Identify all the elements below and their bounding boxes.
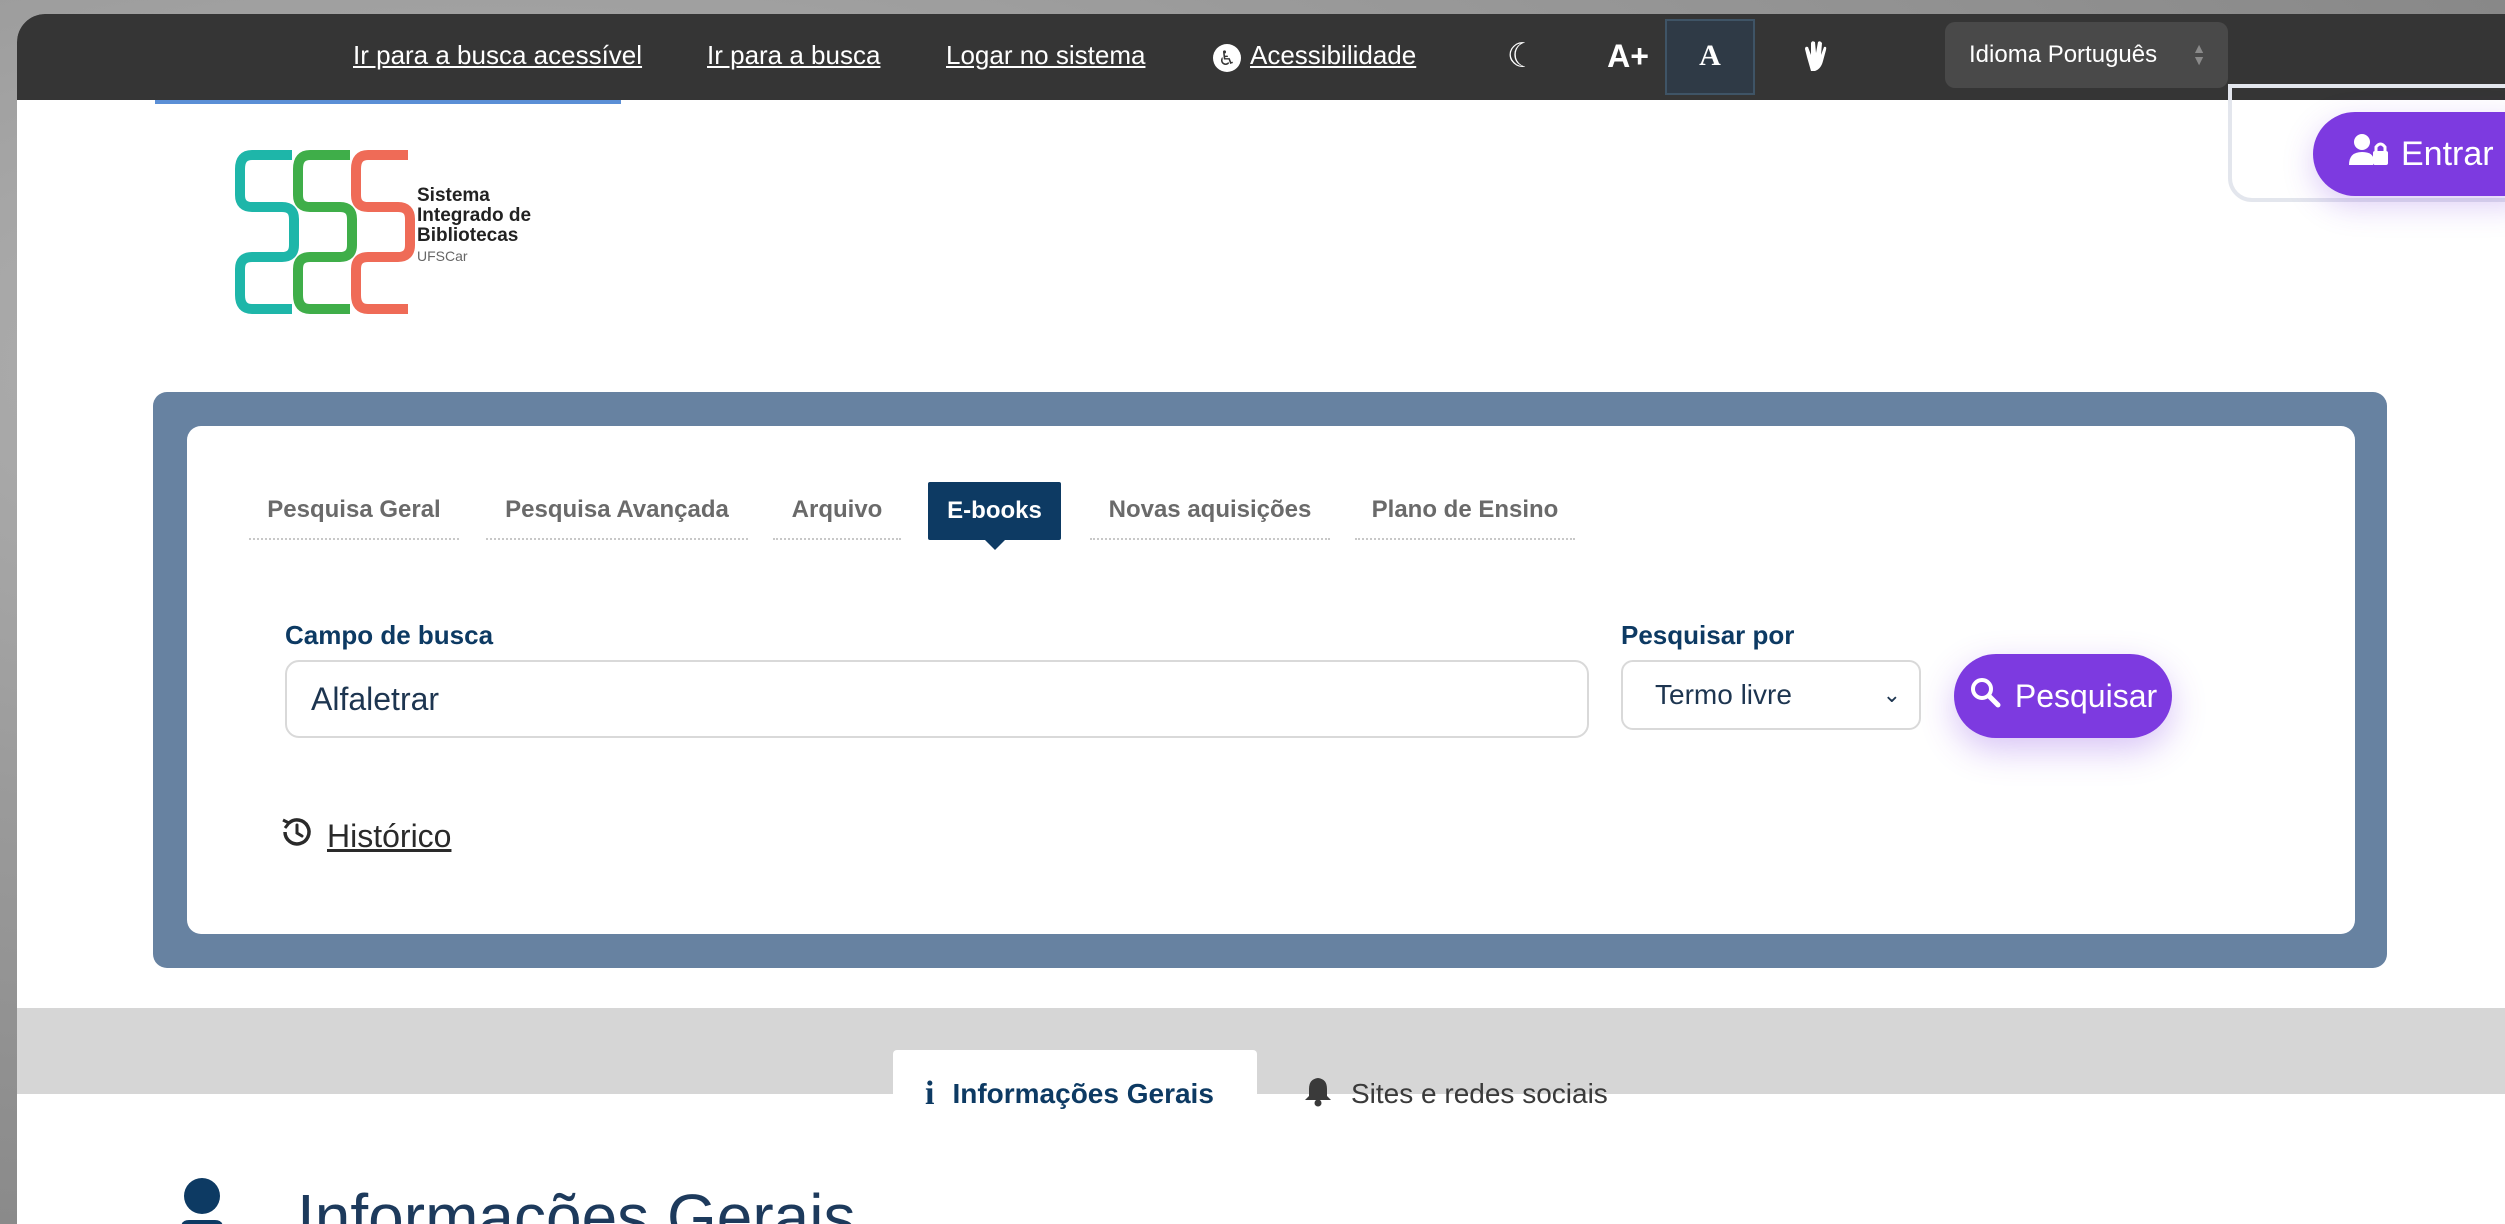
language-select-value: Idioma Português [1969,41,2158,68]
history-label: Histórico [327,817,452,854]
focus-underline [155,100,621,104]
sib-ufscar-logo [235,150,415,314]
tab-informacoes-gerais-label: Informações Gerais [952,1078,1214,1109]
skip-to-accessible-search-link[interactable]: Ir para a busca acessível [353,40,642,71]
accessibility-link[interactable]: Acessibilidade [1250,40,1416,71]
section-title: Informações Gerais [297,1181,856,1224]
login-system-link[interactable]: Logar no sistema [946,40,1145,71]
select-updown-icon: ▲ ▼ [2192,40,2206,68]
info-tabs-band [17,1008,2505,1094]
language-select[interactable]: Idioma Português ▲ ▼ [1945,22,2228,88]
user-lock-icon [2349,133,2389,176]
info-icon: i [925,1075,935,1112]
search-field-label: Campo de busca [285,620,494,650]
tab-novas-aquisicoes[interactable]: Novas aquisições [1090,482,1330,540]
login-button[interactable]: Entrar [2313,112,2505,196]
search-button[interactable]: Pesquisar [1954,654,2172,738]
dark-mode-moon-icon[interactable]: ☾ [1497,34,1547,78]
logo-wordmark: Sistema Integrado de Bibliotecas UFSCar [417,185,532,265]
accessibility-icon: ♿ [1213,44,1241,72]
chevron-down-icon: ⌄ [1882,682,1901,707]
tab-arquivo[interactable]: Arquivo [773,482,901,540]
search-input[interactable] [285,660,1589,738]
search-button-label: Pesquisar [2014,677,2158,714]
sign-language-hand-icon[interactable] [1793,34,1839,78]
tab-informacoes-gerais[interactable]: i Informações Gerais [893,1050,1257,1138]
history-link[interactable]: Histórico [279,814,451,858]
search-by-label: Pesquisar por [1621,620,1795,650]
reset-font-button[interactable]: A [1665,34,1755,78]
history-icon [279,814,315,858]
bell-icon [1303,1075,1333,1114]
login-button-label: Entrar [2401,134,2494,173]
tab-pesquisa-avancada[interactable]: Pesquisa Avançada [486,482,748,540]
tab-e-books[interactable]: E-books [928,482,1061,550]
browser-page: Ir para a busca acessível Ir para a busc… [17,14,2505,1224]
search-by-value: Termo livre [1655,679,1792,710]
skip-to-search-link[interactable]: Ir para a busca [707,40,880,71]
accessibility-bar: Ir para a busca acessível Ir para a busc… [17,14,2505,100]
tab-pesquisa-geral[interactable]: Pesquisa Geral [249,482,459,540]
person-icon [181,1178,223,1224]
search-by-select[interactable]: Termo livre ⌄ [1621,660,1921,730]
search-icon [1969,676,2001,716]
increase-font-button[interactable]: A+ [1593,34,1663,78]
tab-sites-redes-sociais-label: Sites e redes sociais [1351,1078,1608,1109]
tab-plano-de-ensino[interactable]: Plano de Ensino [1355,482,1575,540]
tab-sites-redes-sociais[interactable]: Sites e redes sociais [1271,1050,1651,1138]
